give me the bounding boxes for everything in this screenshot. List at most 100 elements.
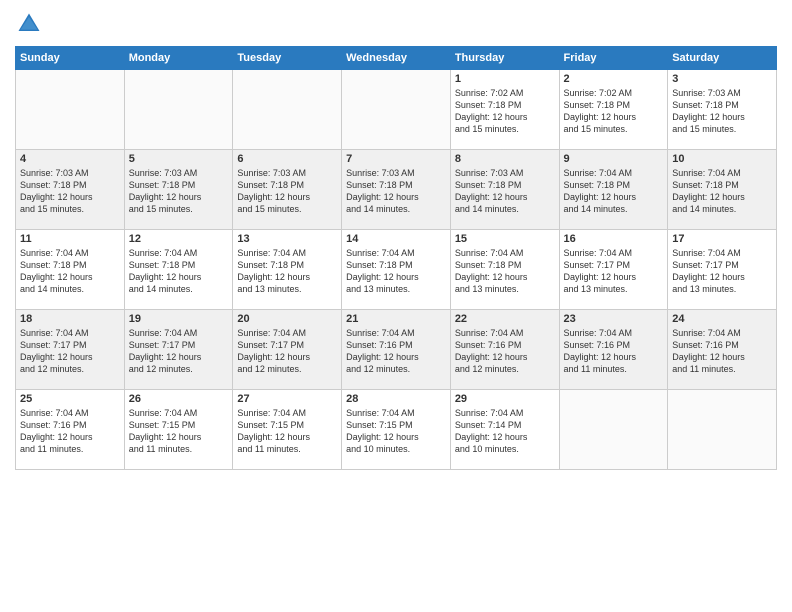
- day-number: 11: [20, 233, 120, 245]
- calendar-cell: 15 Sunrise: 7:04 AM Sunset: 7:18 PM Dayli…: [450, 230, 559, 310]
- day-number: 26: [129, 393, 229, 405]
- calendar-cell: 9 Sunrise: 7:04 AM Sunset: 7:18 PM Daylig…: [559, 150, 668, 230]
- week-row-1: 1Sunrise: 7:02 AM Sunset: 7:18 PM Daylig…: [16, 70, 777, 150]
- calendar-cell: 4 Sunrise: 7:03 AM Sunset: 7:18 PM Daylig…: [16, 150, 125, 230]
- calendar-cell: 28Sunrise: 7:04 AM Sunset: 7:15 PM Dayli…: [342, 390, 451, 470]
- logo-icon: [15, 10, 43, 38]
- day-number: 14: [346, 233, 446, 245]
- day-info: Sunrise: 7:03 AM Sunset: 7:18 PM Dayligh…: [672, 87, 772, 136]
- week-row-3: 11 Sunrise: 7:04 AM Sunset: 7:18 PM Dayli…: [16, 230, 777, 310]
- calendar-cell: 14 Sunrise: 7:04 AM Sunset: 7:18 PM Dayli…: [342, 230, 451, 310]
- calendar-cell: 5 Sunrise: 7:03 AM Sunset: 7:18 PM Daylig…: [124, 150, 233, 230]
- calendar-cell: 26 Sunrise: 7:04 AM Sunset: 7:15 PM Dayli…: [124, 390, 233, 470]
- week-row-5: 25 Sunrise: 7:04 AM Sunset: 7:16 PM Dayli…: [16, 390, 777, 470]
- calendar-cell: 29 Sunrise: 7:04 AM Sunset: 7:14 PM Dayli…: [450, 390, 559, 470]
- calendar-cell: 7 Sunrise: 7:03 AM Sunset: 7:18 PM Daylig…: [342, 150, 451, 230]
- day-info: Sunrise: 7:04 AM Sunset: 7:18 PM Dayligh…: [20, 247, 120, 296]
- day-number: 20: [237, 313, 337, 325]
- calendar-cell: 2 Sunrise: 7:02 AM Sunset: 7:18 PM Daylig…: [559, 70, 668, 150]
- calendar-cell: 18 Sunrise: 7:04 AM Sunset: 7:17 PM Dayli…: [16, 310, 125, 390]
- day-number: 6: [237, 153, 337, 165]
- day-number: 17: [672, 233, 772, 245]
- day-info: Sunrise: 7:04 AM Sunset: 7:18 PM Dayligh…: [672, 167, 772, 216]
- day-info: Sunrise: 7:04 AM Sunset: 7:14 PM Dayligh…: [455, 407, 555, 456]
- weekday-header-saturday: Saturday: [668, 47, 777, 70]
- calendar-cell: 19 Sunrise: 7:04 AM Sunset: 7:17 PM Dayli…: [124, 310, 233, 390]
- calendar-cell: 13Sunrise: 7:04 AM Sunset: 7:18 PM Dayli…: [233, 230, 342, 310]
- day-info: Sunrise: 7:02 AM Sunset: 7:18 PM Dayligh…: [564, 87, 664, 136]
- day-info: Sunrise: 7:03 AM Sunset: 7:18 PM Dayligh…: [237, 167, 337, 216]
- day-info: Sunrise: 7:03 AM Sunset: 7:18 PM Dayligh…: [129, 167, 229, 216]
- day-info: Sunrise: 7:04 AM Sunset: 7:16 PM Dayligh…: [20, 407, 120, 456]
- day-info: Sunrise: 7:03 AM Sunset: 7:18 PM Dayligh…: [20, 167, 120, 216]
- day-info: Sunrise: 7:04 AM Sunset: 7:16 PM Dayligh…: [564, 327, 664, 376]
- day-info: Sunrise: 7:04 AM Sunset: 7:17 PM Dayligh…: [129, 327, 229, 376]
- calendar-cell: 27 Sunrise: 7:04 AM Sunset: 7:15 PM Dayli…: [233, 390, 342, 470]
- weekday-header-friday: Friday: [559, 47, 668, 70]
- day-info: Sunrise: 7:03 AM Sunset: 7:18 PM Dayligh…: [455, 167, 555, 216]
- day-number: 8: [455, 153, 555, 165]
- day-info: Sunrise: 7:04 AM Sunset: 7:15 PM Dayligh…: [237, 407, 337, 456]
- day-info: Sunrise: 7:04 AM Sunset: 7:16 PM Dayligh…: [672, 327, 772, 376]
- calendar-cell: 17 Sunrise: 7:04 AM Sunset: 7:17 PM Dayli…: [668, 230, 777, 310]
- day-info: Sunrise: 7:04 AM Sunset: 7:17 PM Dayligh…: [672, 247, 772, 296]
- day-number: 18: [20, 313, 120, 325]
- logo: [15, 10, 47, 38]
- day-info: Sunrise: 7:02 AM Sunset: 7:18 PM Dayligh…: [455, 87, 555, 136]
- day-number: 2: [564, 73, 664, 85]
- weekday-header-tuesday: Tuesday: [233, 47, 342, 70]
- day-info: Sunrise: 7:04 AM Sunset: 7:17 PM Dayligh…: [20, 327, 120, 376]
- calendar-cell: 20 Sunrise: 7:04 AM Sunset: 7:17 PM Dayli…: [233, 310, 342, 390]
- weekday-header-thursday: Thursday: [450, 47, 559, 70]
- calendar-cell: [124, 70, 233, 150]
- header: [15, 10, 777, 38]
- day-number: 22: [455, 313, 555, 325]
- calendar-cell: 6 Sunrise: 7:03 AM Sunset: 7:18 PM Daylig…: [233, 150, 342, 230]
- calendar-cell: 16 Sunrise: 7:04 AM Sunset: 7:17 PM Dayli…: [559, 230, 668, 310]
- calendar-cell: [559, 390, 668, 470]
- calendar-table: SundayMondayTuesdayWednesdayThursdayFrid…: [15, 46, 777, 470]
- calendar-cell: [342, 70, 451, 150]
- calendar-cell: [233, 70, 342, 150]
- day-number: 16: [564, 233, 664, 245]
- day-info: Sunrise: 7:04 AM Sunset: 7:18 PM Dayligh…: [346, 247, 446, 296]
- calendar-cell: 25 Sunrise: 7:04 AM Sunset: 7:16 PM Dayli…: [16, 390, 125, 470]
- day-number: 25: [20, 393, 120, 405]
- calendar-cell: 1Sunrise: 7:02 AM Sunset: 7:18 PM Daylig…: [450, 70, 559, 150]
- day-number: 27: [237, 393, 337, 405]
- day-number: 5: [129, 153, 229, 165]
- day-info: Sunrise: 7:04 AM Sunset: 7:16 PM Dayligh…: [346, 327, 446, 376]
- day-info: Sunrise: 7:04 AM Sunset: 7:18 PM Dayligh…: [564, 167, 664, 216]
- day-number: 4: [20, 153, 120, 165]
- weekday-header-sunday: Sunday: [16, 47, 125, 70]
- calendar-cell: [668, 390, 777, 470]
- day-info: Sunrise: 7:03 AM Sunset: 7:18 PM Dayligh…: [346, 167, 446, 216]
- calendar-cell: 24 Sunrise: 7:04 AM Sunset: 7:16 PM Dayli…: [668, 310, 777, 390]
- day-info: Sunrise: 7:04 AM Sunset: 7:16 PM Dayligh…: [455, 327, 555, 376]
- week-row-4: 18 Sunrise: 7:04 AM Sunset: 7:17 PM Dayli…: [16, 310, 777, 390]
- calendar-cell: 22 Sunrise: 7:04 AM Sunset: 7:16 PM Dayli…: [450, 310, 559, 390]
- day-info: Sunrise: 7:04 AM Sunset: 7:18 PM Dayligh…: [237, 247, 337, 296]
- day-number: 29: [455, 393, 555, 405]
- day-info: Sunrise: 7:04 AM Sunset: 7:17 PM Dayligh…: [237, 327, 337, 376]
- day-info: Sunrise: 7:04 AM Sunset: 7:18 PM Dayligh…: [455, 247, 555, 296]
- day-number: 19: [129, 313, 229, 325]
- weekday-header-row: SundayMondayTuesdayWednesdayThursdayFrid…: [16, 47, 777, 70]
- day-info: Sunrise: 7:04 AM Sunset: 7:15 PM Dayligh…: [129, 407, 229, 456]
- calendar-cell: 12Sunrise: 7:04 AM Sunset: 7:18 PM Dayli…: [124, 230, 233, 310]
- day-number: 15: [455, 233, 555, 245]
- day-number: 23: [564, 313, 664, 325]
- week-row-2: 4 Sunrise: 7:03 AM Sunset: 7:18 PM Daylig…: [16, 150, 777, 230]
- day-number: 7: [346, 153, 446, 165]
- day-info: Sunrise: 7:04 AM Sunset: 7:15 PM Dayligh…: [346, 407, 446, 456]
- weekday-header-wednesday: Wednesday: [342, 47, 451, 70]
- day-number: 24: [672, 313, 772, 325]
- day-number: 3: [672, 73, 772, 85]
- calendar-cell: 10 Sunrise: 7:04 AM Sunset: 7:18 PM Dayli…: [668, 150, 777, 230]
- day-info: Sunrise: 7:04 AM Sunset: 7:18 PM Dayligh…: [129, 247, 229, 296]
- day-number: 9: [564, 153, 664, 165]
- day-number: 10: [672, 153, 772, 165]
- calendar-cell: 11 Sunrise: 7:04 AM Sunset: 7:18 PM Dayli…: [16, 230, 125, 310]
- day-number: 21: [346, 313, 446, 325]
- day-info: Sunrise: 7:04 AM Sunset: 7:17 PM Dayligh…: [564, 247, 664, 296]
